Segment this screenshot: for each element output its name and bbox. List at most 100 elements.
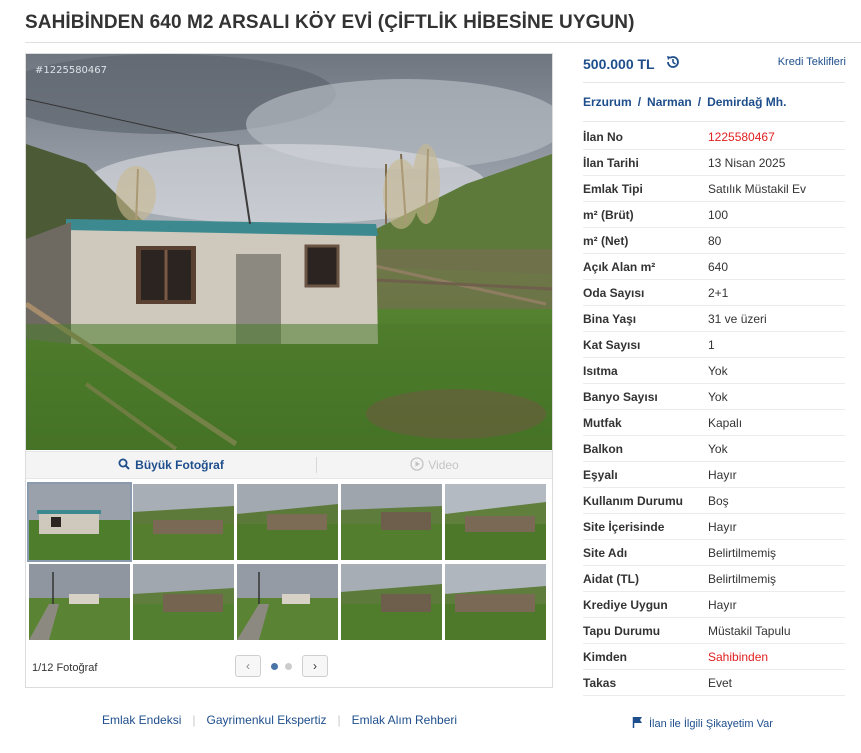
photo-count: 1/12 Fotoğraf: [32, 662, 98, 674]
detail-row: Banyo Sayısı Yok: [583, 384, 845, 410]
thumbnail-1[interactable]: [27, 482, 132, 562]
detail-value: Belirtilmemiş: [708, 572, 777, 586]
thumbnail-8[interactable]: [237, 564, 338, 640]
pager-dot-2[interactable]: [285, 663, 292, 670]
detail-value: 80: [708, 234, 722, 248]
location-district[interactable]: Narman: [647, 95, 692, 109]
location-neighborhood[interactable]: Demirdağ Mh.: [707, 95, 786, 109]
detail-key: İlan Tarihi: [583, 156, 639, 170]
main-photo-image: [26, 54, 552, 450]
thumbnail-3[interactable]: [237, 484, 338, 560]
video-button[interactable]: Video: [317, 452, 552, 478]
detail-key: Banyo Sayısı: [583, 390, 658, 404]
footer-link-ekspertiz[interactable]: Gayrimenkul Ekspertiz: [207, 713, 327, 727]
detail-row: Isıtma Yok: [583, 358, 845, 384]
detail-key: Aidat (TL): [583, 572, 639, 586]
detail-row: Kat Sayısı 1: [583, 332, 845, 358]
pager-dot-1[interactable]: [271, 663, 278, 670]
location-separator: /: [637, 95, 642, 109]
detail-row: m² (Net) 80: [583, 228, 845, 254]
detail-key: Site İçerisinde: [583, 520, 665, 534]
detail-row: Kimden Sahibinden: [583, 644, 845, 670]
next-photo-button[interactable]: ›: [302, 655, 328, 677]
detail-value: Yok: [708, 390, 728, 404]
detail-value: Belirtilmemiş: [708, 546, 777, 560]
price-divider: [583, 82, 845, 83]
detail-row: Aidat (TL) Belirtilmemiş: [583, 566, 845, 592]
detail-key: Site Adı: [583, 546, 628, 560]
detail-value: Sahibinden: [708, 650, 769, 664]
detail-value: Hayır: [708, 598, 737, 612]
footer-separator: |: [337, 713, 341, 727]
thumbnail-10[interactable]: [445, 564, 546, 640]
photo-id: #1225580467: [35, 65, 108, 76]
detail-value: 1: [708, 338, 715, 352]
detail-row: Oda Sayısı 2+1: [583, 280, 845, 306]
gallery-footer: 1/12 Fotoğraf ‹ ›: [26, 654, 552, 684]
detail-key: Eşyalı: [583, 468, 618, 482]
detail-value: Yok: [708, 442, 728, 456]
detail-value: 2+1: [708, 286, 729, 300]
detail-value: Hayır: [708, 468, 737, 482]
big-photo-button[interactable]: Büyük Fotoğraf: [26, 452, 316, 478]
thumbnail-5[interactable]: [445, 484, 546, 560]
detail-value: 13 Nisan 2025: [708, 156, 786, 170]
thumbnail-9[interactable]: [341, 564, 442, 640]
thumbnail-7[interactable]: [133, 564, 234, 640]
detail-value: Kapalı: [708, 416, 743, 430]
location-separator: /: [697, 95, 702, 109]
play-icon: [410, 456, 424, 474]
price-value: 500.000 TL: [583, 55, 655, 72]
photo-actions-bar: Büyük Fotoğraf Video: [26, 451, 552, 479]
detail-value: 31 ve üzeri: [708, 312, 767, 326]
big-photo-label: Büyük Fotoğraf: [135, 458, 224, 472]
footer-links: Emlak Endeksi | Gayrimenkul Ekspertiz | …: [102, 713, 457, 727]
detail-row: Site Adı Belirtilmemiş: [583, 540, 845, 566]
detail-row: Eşyalı Hayır: [583, 462, 845, 488]
thumbnail-2[interactable]: [133, 484, 234, 560]
detail-key: Mutfak: [583, 416, 622, 430]
detail-row: İlan No 1225580467: [583, 124, 845, 150]
detail-row: Açık Alan m² 640: [583, 254, 845, 280]
detail-row: Emlak Tipi Satılık Müstakil Ev: [583, 176, 845, 202]
detail-value: 100: [708, 208, 729, 222]
location-city[interactable]: Erzurum: [583, 95, 632, 109]
detail-key: Tapu Durumu: [583, 624, 661, 638]
title-divider: [25, 42, 861, 43]
detail-row: Bina Yaşı 31 ve üzeri: [583, 306, 845, 332]
photo-gallery: #1225580467 Büyük Fotoğraf Video 1/12 Fo…: [25, 53, 553, 688]
complaint-label: İlan ile İlgili Şikayetim Var: [649, 717, 773, 730]
detail-row: Krediye Uygun Hayır: [583, 592, 845, 618]
search-icon: [118, 458, 130, 473]
main-photo[interactable]: #1225580467: [26, 54, 552, 450]
thumbnail-4[interactable]: [341, 484, 442, 560]
detail-key: Kullanım Durumu: [583, 494, 684, 508]
flag-icon: [632, 716, 643, 731]
detail-key: Kimden: [583, 650, 628, 664]
prev-photo-button[interactable]: ‹: [235, 655, 261, 677]
detail-value: Satılık Müstakil Ev: [708, 182, 807, 196]
detail-value: 1225580467: [708, 130, 775, 144]
detail-key: İlan No: [583, 130, 624, 144]
detail-row: İlan Tarihi 13 Nisan 2025: [583, 150, 845, 176]
detail-row: Balkon Yok: [583, 436, 845, 462]
detail-value: Hayır: [708, 520, 737, 534]
detail-key: Bina Yaşı: [583, 312, 637, 326]
detail-value: Yok: [708, 364, 728, 378]
footer-link-rehber[interactable]: Emlak Alım Rehberi: [352, 713, 457, 727]
price-block: 500.000 TL: [583, 54, 681, 73]
history-icon[interactable]: [665, 54, 681, 73]
detail-value: Boş: [708, 494, 729, 508]
footer-link-endeks[interactable]: Emlak Endeksi: [102, 713, 181, 727]
complaint-link[interactable]: İlan ile İlgili Şikayetim Var: [632, 716, 773, 731]
listing-title: SAHİBİNDEN 640 M2 ARSALI KÖY EVİ (ÇİFTLİ…: [25, 12, 635, 33]
location-divider: [583, 121, 845, 122]
detail-row: Kullanım Durumu Boş: [583, 488, 845, 514]
detail-value: Evet: [708, 676, 733, 690]
detail-key: m² (Brüt): [583, 208, 634, 222]
detail-row: Tapu Durumu Müstakil Tapulu: [583, 618, 845, 644]
thumbnail-6[interactable]: [29, 564, 130, 640]
credit-offers-link[interactable]: Kredi Teklifleri: [778, 56, 846, 68]
detail-key: Açık Alan m²: [583, 260, 656, 274]
detail-key: Balkon: [583, 442, 624, 456]
